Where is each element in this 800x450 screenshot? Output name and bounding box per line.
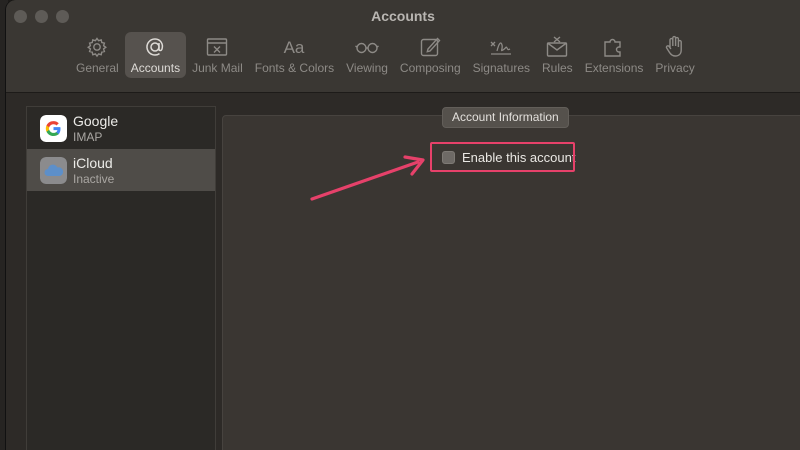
tab-rules[interactable]: Rules [536, 32, 579, 78]
account-name: Google [73, 113, 119, 129]
icloud-icon [40, 157, 67, 184]
signature-icon [490, 41, 512, 55]
gear-icon [87, 37, 108, 58]
titlebar: Accounts General Accounts Junk Mail Aa F… [6, 0, 800, 93]
tab-general-label: General [76, 61, 119, 75]
tab-junk-mail[interactable]: Junk Mail [186, 32, 249, 78]
rules-icon [547, 36, 568, 57]
tab-fonts-colors-label: Fonts & Colors [254, 61, 335, 75]
tab-extensions-label: Extensions [584, 61, 644, 75]
tab-composing-label: Composing [399, 61, 461, 75]
junk-mail-icon [207, 38, 228, 56]
tab-composing[interactable]: Composing [394, 32, 467, 78]
tab-privacy[interactable]: Privacy [649, 32, 700, 78]
hand-icon [665, 35, 682, 57]
fonts-icon: Aa [284, 38, 305, 57]
tab-general[interactable]: General [70, 32, 125, 78]
tab-rules-label: Rules [542, 61, 573, 75]
highlight-box [430, 142, 575, 172]
accounts-sidebar: Google IMAP iCloud Inactive [26, 106, 216, 450]
google-icon [40, 115, 67, 142]
tab-viewing-label: Viewing [346, 61, 388, 75]
preferences-toolbar: General Accounts Junk Mail Aa Fonts & Co… [70, 32, 701, 80]
compose-icon [421, 37, 441, 57]
tab-signatures-label: Signatures [472, 61, 530, 75]
tab-signatures[interactable]: Signatures [467, 32, 536, 78]
account-status: Inactive [73, 172, 115, 186]
fonts-icon-glyph: Aa [284, 38, 305, 57]
tab-accounts-label: Accounts [130, 61, 181, 75]
tab-accounts[interactable]: Accounts [124, 32, 187, 78]
account-type: IMAP [73, 130, 103, 144]
annotation-arrow [310, 155, 425, 201]
account-row-icloud[interactable]: iCloud Inactive [27, 149, 215, 191]
section-title: Account Information [442, 107, 569, 128]
tab-fonts-colors[interactable]: Aa Fonts & Colors [249, 32, 340, 78]
account-name: iCloud [73, 155, 113, 171]
puzzle-icon [604, 38, 621, 57]
tab-viewing[interactable]: Viewing [340, 32, 394, 78]
account-row-google[interactable]: Google IMAP [27, 107, 215, 149]
at-sign-icon [146, 38, 164, 56]
tab-junk-mail-label: Junk Mail [192, 61, 243, 75]
glasses-icon [355, 42, 379, 54]
window-title: Accounts [371, 8, 435, 24]
preferences-window: Accounts General Accounts Junk Mail Aa F… [6, 0, 800, 450]
tab-extensions[interactable]: Extensions [579, 32, 650, 78]
tab-privacy-label: Privacy [655, 61, 695, 75]
